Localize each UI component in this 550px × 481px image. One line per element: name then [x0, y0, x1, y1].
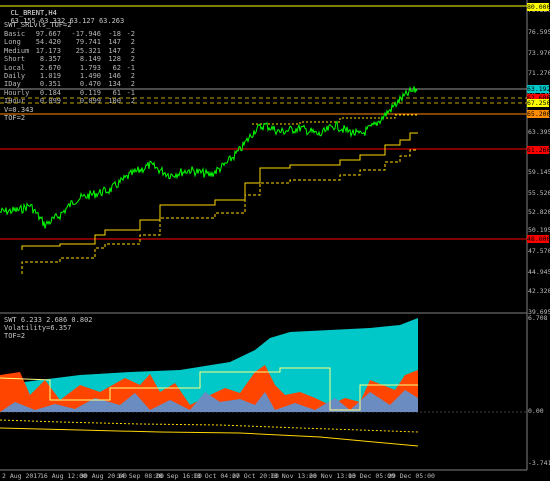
price-axis-label: 52.820	[528, 208, 550, 216]
levels-row: Short 8.357 8.149 128 2	[4, 55, 135, 63]
price-axis-label: 76.595	[528, 28, 550, 36]
levels-cell: IHour	[4, 97, 26, 106]
price-axis-label: 59.145	[528, 168, 550, 176]
levels-cell: 1.019	[39, 72, 61, 81]
tof-label: TOF=2	[4, 114, 26, 122]
date-axis-label: 2 Aug 2017	[2, 472, 42, 480]
levels-cell: -18	[108, 30, 121, 38]
levels-cell: -1	[126, 63, 135, 72]
lower-band	[0, 427, 419, 447]
levels-cell: Long	[4, 38, 21, 47]
levels-cell: 2.670	[39, 63, 61, 72]
levels-row: IDay 0.351 0.470 134 2	[4, 80, 135, 88]
symbol-label: CL_BRENT,H4	[10, 9, 57, 17]
price-axis-label: 47.570	[528, 247, 550, 255]
levels-cell: Hourly	[4, 88, 30, 97]
levels-cell: -17.946	[71, 30, 101, 38]
price-line	[0, 85, 418, 229]
price-tag: 48.000	[527, 235, 550, 243]
price-axis-label: 50.195	[528, 226, 550, 234]
levels-cell: -1	[126, 88, 135, 97]
price-axis-label: 44.945	[528, 268, 550, 276]
sub-tof-label: TOF=2	[4, 332, 26, 340]
levels-cell: 0.099	[39, 97, 61, 106]
levels-cell: 62	[112, 63, 121, 72]
date-axis-label: 29 Dec 05:00	[388, 472, 435, 480]
levels-cell: 134	[108, 80, 121, 89]
levels-row: Basic 97.667 -17.946 -18 -2	[4, 30, 135, 38]
swt-indicator	[0, 318, 527, 447]
levels-cell: 2	[130, 46, 135, 55]
v-label: V=0.343	[4, 106, 34, 114]
price-tag: 61.260	[527, 146, 550, 154]
levels-cell: 0.184	[39, 88, 61, 97]
levels-cell: Daily	[4, 72, 26, 81]
levels-cell: Basic	[4, 30, 26, 38]
levels-cell: 1.793	[79, 63, 101, 72]
sub-title: SWT 6.233 2.686 0.802	[4, 316, 93, 324]
levels-cell: 0.470	[79, 80, 101, 89]
levels-cell: 0.099	[79, 97, 101, 106]
levels-row: IHour 0.099 0.099 100 2	[4, 97, 135, 105]
levels-cell: IDay	[4, 80, 21, 89]
price-axis-label: 71.270	[528, 69, 550, 77]
price-axis-label: 55.520	[528, 189, 550, 197]
sub-axis-label: 0.00	[528, 407, 544, 415]
levels-cell: 97.667	[35, 30, 61, 38]
price-tag: 80.000	[527, 3, 550, 11]
levels-row: Local 2.670 1.793 62 -1	[4, 64, 135, 72]
support-line-dashed	[252, 114, 418, 125]
levels-cell: 146	[108, 72, 121, 81]
volatility-label: Volatility=6.357	[4, 324, 72, 332]
levels-cell: 54.420	[35, 38, 61, 47]
support-line-dashed	[21, 149, 418, 274]
support-line	[21, 132, 418, 250]
levels-cell: 2	[130, 97, 135, 106]
price-axis-label: 73.970	[528, 49, 550, 57]
levels-cell: 100	[108, 97, 121, 106]
price-axis-label: 42.320	[528, 287, 550, 295]
levels-cell: 8.149	[79, 55, 101, 64]
price-tag: 63.192	[527, 85, 550, 93]
levels-cell: 1.490	[79, 72, 101, 81]
levels-table: Basic 97.667 -17.946 -18 -2 Long 54.420 79.741 1…	[4, 30, 135, 106]
levels-row: Long 54.420 79.741 147 2	[4, 38, 135, 46]
levels-cell: Local	[4, 63, 26, 72]
levels-row: Medium 17.173 25.321 147 2	[4, 47, 135, 55]
levels-cell: Short	[4, 55, 26, 64]
levels-cell: 2	[130, 80, 135, 89]
indicator-title: SWT_SRLvls_TOF=2	[4, 21, 72, 29]
levels-cell: 147	[108, 46, 121, 55]
levels-cell: 79.741	[75, 38, 101, 47]
sub-axis-label: 6.708	[528, 314, 548, 322]
levels-cell: Medium	[4, 46, 30, 55]
levels-cell: 0.351	[39, 80, 61, 89]
levels-cell: 2	[130, 72, 135, 81]
levels-cell: 0.119	[79, 88, 101, 97]
price-tag: 65.200	[527, 110, 550, 118]
levels-cell: 25.321	[75, 46, 101, 55]
levels-cell: 128	[108, 55, 121, 64]
levels-cell: 2	[130, 55, 135, 64]
price-tag: 67.250	[527, 99, 550, 107]
sub-axis-label: -3.741	[528, 459, 550, 467]
levels-cell: 2	[130, 38, 135, 47]
levels-row: Daily 1.019 1.490 146 2	[4, 72, 135, 80]
levels-cell: 17.173	[35, 46, 61, 55]
levels-cell: 147	[108, 38, 121, 47]
lower-band	[0, 419, 419, 433]
levels-row: Hourly 0.184 0.119 61 -1	[4, 89, 135, 97]
levels-cell: 61	[112, 88, 121, 97]
levels-cell: -2	[126, 30, 135, 38]
price-axis-label: 63.395	[528, 128, 550, 136]
levels-cell: 8.357	[39, 55, 61, 64]
